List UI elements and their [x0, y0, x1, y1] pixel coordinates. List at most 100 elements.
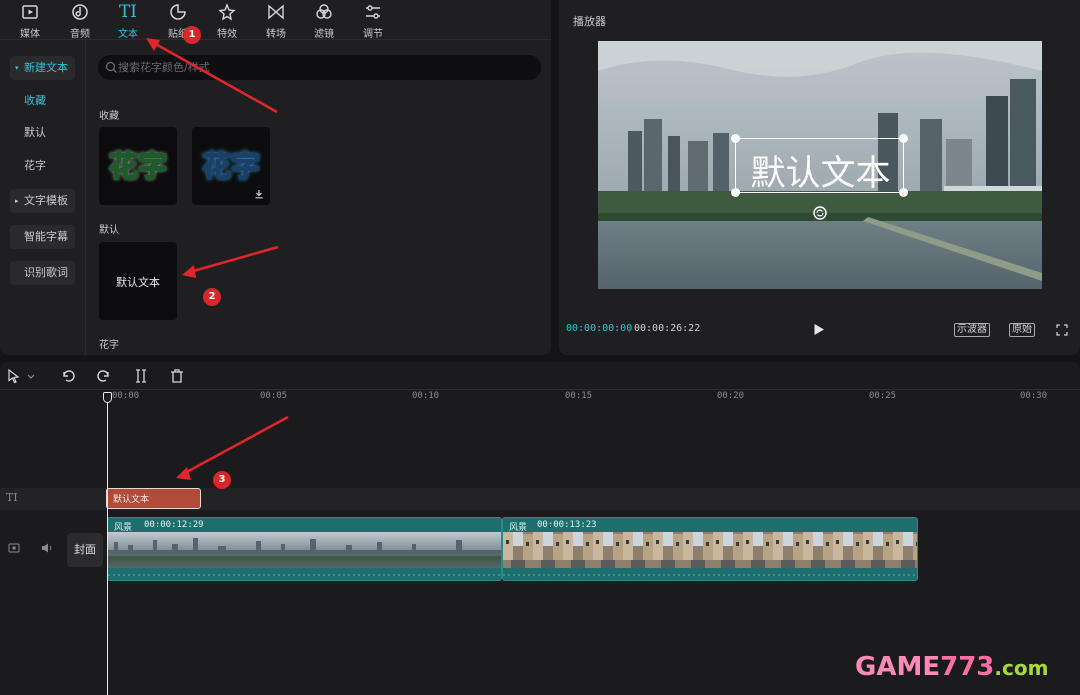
tab-label: 转场 — [266, 29, 286, 40]
sidebar-item-favorites[interactable]: 收藏 — [10, 89, 75, 113]
playhead[interactable] — [107, 395, 108, 695]
tab-label: 特效 — [217, 29, 237, 40]
sidebar-item-label: 文字模板 — [24, 194, 68, 207]
step-marker: 1 — [183, 26, 201, 44]
search-placeholder: 搜索花字颜色/样式 — [118, 61, 210, 74]
huazi-sample: 花字 — [201, 148, 261, 184]
tick-label: 00:10 — [412, 391, 440, 401]
sidebar-item-lyrics[interactable]: 识别歌词 — [10, 261, 75, 285]
text-track-icon: TI — [6, 491, 18, 504]
video-preview[interactable]: 默认文本 — [598, 41, 1042, 289]
step-marker: 3 — [213, 471, 231, 489]
resize-handle[interactable] — [899, 134, 908, 143]
sidebar-item-smart-subtitles[interactable]: 智能字幕 — [10, 225, 75, 249]
rotate-icon[interactable] — [813, 206, 827, 220]
playhead-handle[interactable] — [103, 392, 112, 403]
tick-label: 00:15 — [565, 391, 593, 401]
search-icon — [105, 61, 117, 73]
download-icon[interactable] — [254, 189, 264, 199]
current-time: 00:00:00:00 — [566, 323, 633, 334]
site-watermark: GAME773.com — [855, 652, 1048, 682]
sidebar-item-label: 默认 — [24, 126, 46, 139]
text-clip[interactable]: 默认文本 — [106, 488, 201, 509]
tab-label: 文本 — [118, 29, 138, 40]
sidebar-item-huazi[interactable]: 花字 — [10, 154, 75, 178]
tab-label: 音频 — [70, 29, 90, 40]
chevron-down-icon[interactable] — [26, 368, 36, 384]
scope-button[interactable]: 示波器 — [954, 323, 990, 337]
watermark-suffix: .com — [994, 656, 1049, 680]
cover-button[interactable]: 封面 — [67, 533, 103, 567]
video-clip[interactable]: 风景 00:00:12:29 — [107, 517, 502, 581]
media-icon — [22, 5, 38, 19]
sidebar-item-label: 花字 — [24, 159, 46, 172]
caret-down-icon: ▾ — [15, 64, 19, 72]
resize-handle[interactable] — [731, 134, 740, 143]
audio-icon — [72, 4, 88, 20]
section-title-default: 默认 — [99, 225, 119, 236]
sidebar-item-new-text[interactable]: ▾ 新建文本 — [10, 56, 75, 80]
tab-label: 媒体 — [20, 29, 40, 40]
tab-label: 滤镜 — [314, 29, 334, 40]
time-ruler[interactable]: 00:00 00:05 00:10 00:15 00:20 00:25 00:3… — [108, 390, 1080, 404]
sidebar-item-default[interactable]: 默认 — [10, 121, 75, 145]
play-icon[interactable] — [813, 323, 825, 336]
text-clip-label: 默认文本 — [113, 495, 150, 505]
tab-audio[interactable]: 音频 — [60, 0, 100, 40]
text-icon: TI — [118, 2, 138, 22]
category-tabs: 媒体 音频 TI 文本 贴纸 特效 转场 滤镜 调节 — [0, 0, 551, 40]
sidebar-item-label: 识别歌词 — [24, 266, 68, 279]
tab-label: 调节 — [363, 29, 383, 40]
search-input[interactable]: 搜索花字颜色/样式 — [98, 55, 541, 80]
time-separator: | — [628, 323, 632, 334]
undo-icon[interactable] — [60, 368, 76, 384]
section-title-favorites: 收藏 — [99, 111, 119, 122]
clip-duration: 00:00:12:29 — [144, 520, 204, 530]
original-ratio-button[interactable]: 原始 — [1009, 323, 1035, 337]
tick-label: 00:20 — [717, 391, 745, 401]
overlay-text: 默认文本 — [750, 154, 891, 194]
caret-right-icon: ▸ — [15, 197, 19, 205]
adjust-icon — [366, 5, 380, 19]
tab-media[interactable]: 媒体 — [10, 0, 50, 40]
tab-filter[interactable]: 滤镜 — [304, 0, 344, 40]
player-panel: 播放器 默认文本 00:00:00:00 | 00:00:26:22 示波器 原… — [559, 0, 1080, 355]
fullscreen-icon[interactable] — [1056, 324, 1068, 336]
default-text-label: 默认文本 — [116, 276, 160, 289]
sidebar-item-label: 新建文本 — [24, 61, 68, 74]
tick-label: 00:00 — [112, 391, 140, 401]
redo-icon[interactable] — [96, 368, 112, 384]
split-icon[interactable] — [133, 368, 149, 384]
select-cursor-icon[interactable] — [6, 368, 22, 384]
track-lock-icon[interactable] — [8, 543, 20, 553]
watermark-prefix: GAME — [855, 652, 941, 682]
filter-icon — [316, 4, 332, 19]
delete-icon[interactable] — [169, 368, 185, 384]
total-time: 00:00:26:22 — [634, 323, 701, 334]
text-sidebar: ▾ 新建文本 收藏 默认 花字 ▸ 文字模板 智能字幕 识别歌词 — [0, 40, 86, 355]
sidebar-item-label: 智能字幕 — [24, 230, 68, 243]
sidebar-item-label: 收藏 — [24, 94, 46, 107]
tab-effects[interactable]: 特效 — [207, 0, 247, 40]
huazi-card-blue[interactable]: 花字 — [192, 127, 270, 205]
speaker-icon[interactable] — [40, 542, 54, 554]
player-title: 播放器 — [573, 15, 606, 28]
step-marker: 2 — [203, 288, 221, 306]
text-overlay-box[interactable]: 默认文本 — [731, 134, 908, 197]
huazi-card-green[interactable]: 花字 — [99, 127, 177, 205]
effects-icon — [218, 3, 236, 21]
tick-label: 00:05 — [260, 391, 288, 401]
sticker-icon — [170, 4, 186, 20]
section-title-huazi: 花字 — [99, 340, 119, 351]
default-text-card[interactable]: 默认文本 — [99, 242, 177, 320]
tab-transition[interactable]: 转场 — [256, 0, 296, 40]
audio-waveform — [108, 574, 501, 576]
clip-thumbnails — [503, 532, 917, 568]
tab-text[interactable]: TI 文本 — [108, 0, 148, 40]
clip-duration: 00:00:13:23 — [537, 520, 597, 530]
tab-adjust[interactable]: 调节 — [353, 0, 393, 40]
video-clip[interactable]: 风景 00:00:13:23 — [502, 517, 918, 581]
timeline-toolbar — [0, 362, 1080, 390]
timeline-panel: 00:00 00:05 00:10 00:15 00:20 00:25 00:3… — [0, 362, 1080, 695]
sidebar-item-text-templates[interactable]: ▸ 文字模板 — [10, 189, 75, 213]
